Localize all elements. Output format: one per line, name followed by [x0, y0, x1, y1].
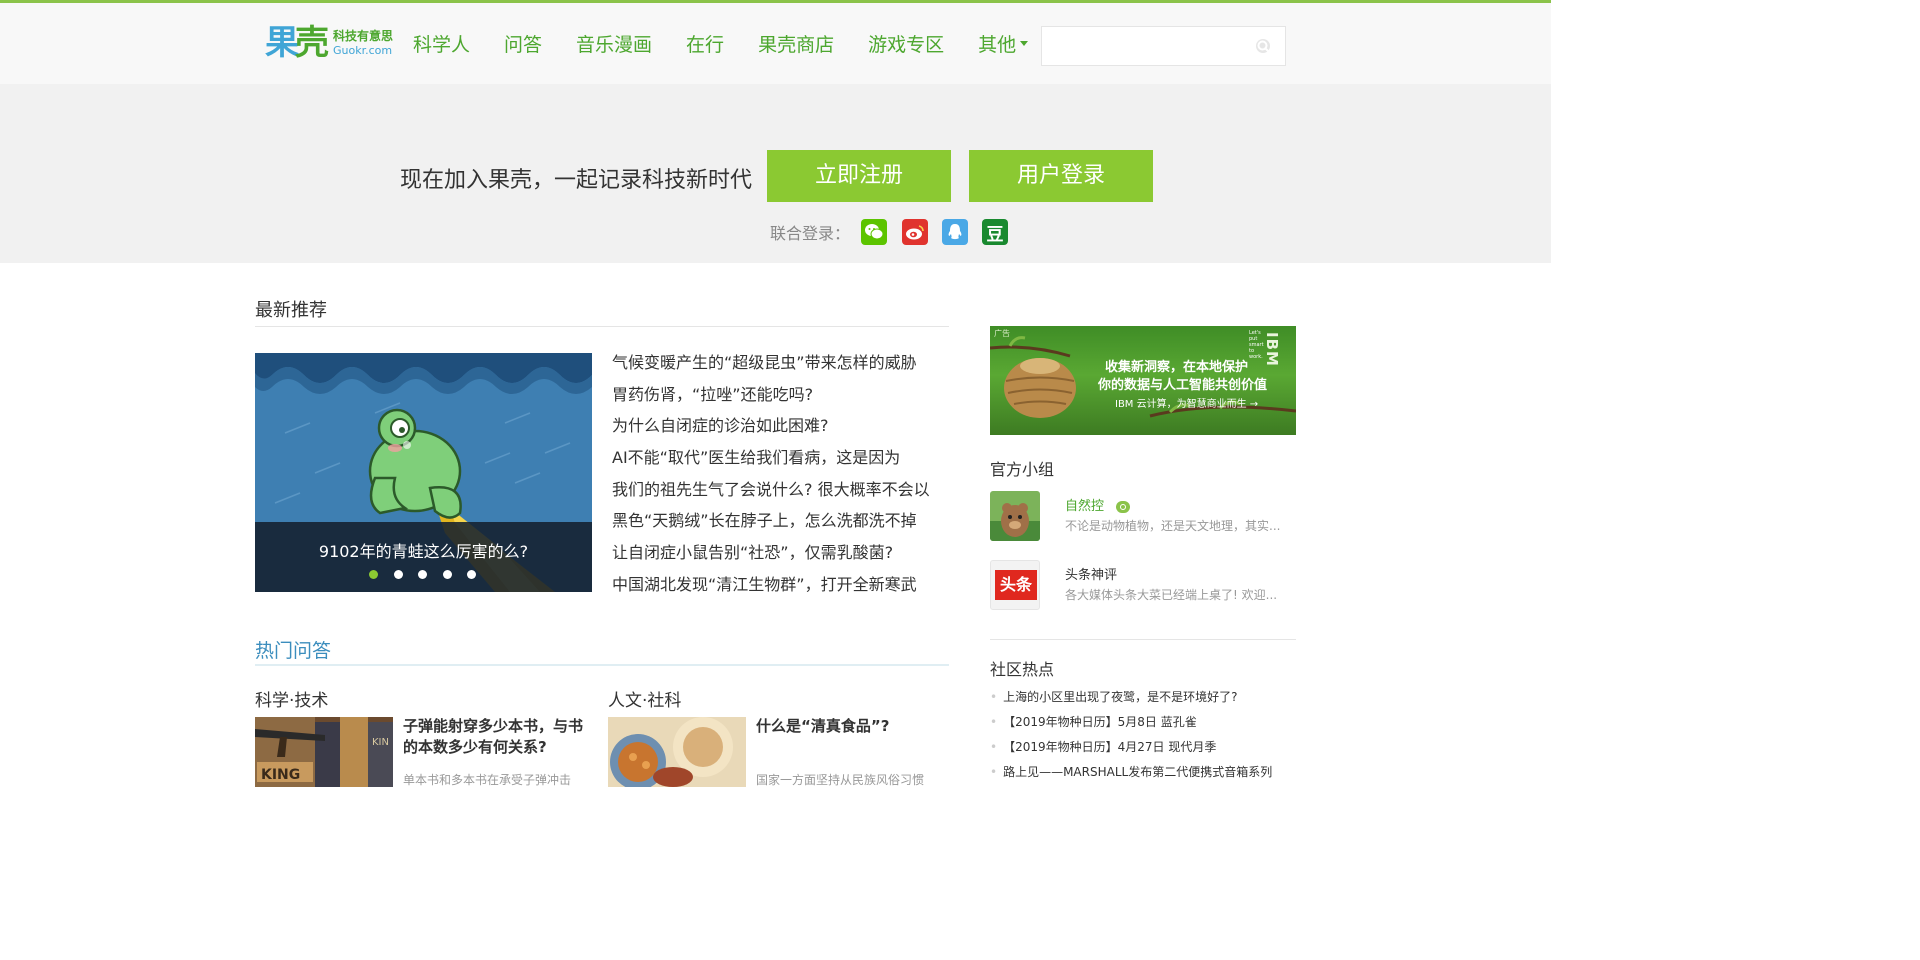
douban-icon[interactable]: 豆 [982, 219, 1008, 245]
latest-news-list: 气候变暖产生的“超级昆虫”带来怎样的威胁 胃药伤肾，“拉唑”还能吃吗? 为什么自… [612, 347, 948, 601]
latest-divider [255, 326, 949, 327]
slider-dot[interactable] [369, 570, 378, 579]
nav-item-scientist[interactable]: 科学人 [413, 30, 470, 57]
hot-item[interactable]: • 路上见——MARSHALL发布第二代便携式音箱系列 [990, 760, 1296, 785]
hot-item[interactable]: • 【2019年物种日历】4月27日 现代月季 [990, 735, 1296, 760]
weibo-icon[interactable] [902, 219, 928, 245]
news-item[interactable]: 让自闭症小鼠告别“社恐”，仅需乳酸菌? [612, 537, 948, 569]
hot-qa-title[interactable]: 热门问答 [255, 636, 331, 663]
register-button[interactable]: 立即注册 [767, 150, 951, 202]
qa-category-science[interactable]: 科学·技术 [255, 686, 328, 711]
social-login-label: 联合登录： [770, 224, 851, 243]
login-button[interactable]: 用户登录 [969, 150, 1153, 202]
ad-headline-1: 收集新洞察，在本地保护 [1105, 360, 1249, 375]
ad-headline-2: 你的数据与人工智能共创价值 [1098, 378, 1268, 393]
nav-item-games[interactable]: 游戏专区 [868, 30, 944, 57]
slider-caption[interactable]: 9102年的青蛙这么厉害的么? [255, 538, 592, 562]
group-item: 头条 头条神评 各大媒体头条大菜已经端上桌了! 欢迎... [990, 560, 1296, 610]
bullet-icon: • [990, 740, 998, 754]
news-item[interactable]: 气候变暖产生的“超级昆虫”带来怎样的威胁 [612, 347, 948, 379]
toutiao-logo-text: 头条 [999, 575, 1032, 594]
hot-item-label: 上海的小区里出现了夜鹭，是不是环境好了? [1003, 690, 1238, 704]
hot-item-label: 【2019年物种日历】5月8日 蓝孔雀 [1003, 715, 1197, 729]
group-description: 各大媒体头条大菜已经端上桌了! 欢迎... [1065, 588, 1278, 602]
search-input[interactable] [1042, 27, 1252, 65]
news-item[interactable]: AI不能“取代”医生给我们看病，这是因为 [612, 442, 948, 474]
ad-subline: IBM 云计算，为智慧商业而生 → [1115, 399, 1259, 410]
qa-description: 单本书和多本书在承受子弹冲击 [403, 773, 572, 787]
site-header: 果壳 科技有意思 Guokr.com 科学人 问答 音乐漫画 在行 果壳商店 游… [0, 3, 1551, 84]
hot-item-label: 路上见——MARSHALL发布第二代便携式音箱系列 [1003, 765, 1273, 779]
news-item[interactable]: 黑色“天鹅绒”长在脖子上，怎么洗都洗不掉 [612, 505, 948, 537]
group-name-label: 自然控 [1065, 499, 1105, 514]
toutiao-logo: 头条 [995, 570, 1037, 600]
svg-text:KING: KING [261, 767, 300, 783]
community-hot-title: 社区热点 [990, 660, 1055, 679]
qa-thumbnail-food[interactable] [608, 717, 746, 787]
bullet-icon: • [990, 715, 998, 729]
slider-dot[interactable] [442, 570, 452, 579]
slider-dot[interactable] [467, 570, 476, 579]
news-item[interactable]: 我们的祖先生气了会说什么? 很大概率不会以 [612, 474, 948, 506]
group-avatar[interactable] [990, 491, 1040, 541]
search-box [1041, 26, 1286, 66]
main-nav: 科学人 问答 音乐漫画 在行 果壳商店 游戏专区 其他 [413, 30, 1062, 57]
slider-caption-bar: 9102年的青蛙这么厉害的么? [255, 522, 592, 592]
news-item[interactable]: 为什么自闭症的诊治如此困难? [612, 410, 948, 442]
hot-item[interactable]: • 【2019年物种日历】5月8日 蓝孔雀 [990, 710, 1296, 735]
featured-slider[interactable]: 9102年的青蛙这么厉害的么? [255, 353, 592, 592]
logo-tagline: 科技有意思 [333, 29, 394, 44]
qa-category-humanities[interactable]: 人文·社科 [608, 686, 681, 711]
nav-item-shop[interactable]: 果壳商店 [758, 30, 834, 57]
ibm-logo: IBM [1263, 332, 1281, 367]
logo-domain: Guokr.com [333, 43, 393, 57]
guokr-logo[interactable]: 果壳 科技有意思 Guokr.com [265, 23, 393, 63]
nav-item-music-comics[interactable]: 音乐漫画 [576, 30, 652, 57]
nav-item-other-label: 其他 [978, 34, 1017, 56]
nav-item-qa[interactable]: 问答 [504, 30, 542, 57]
sidebar-divider [990, 639, 1296, 640]
news-item[interactable]: 胃药伤肾，“拉唑”还能吃吗? [612, 379, 948, 411]
ad-tag: 广告 [994, 329, 1010, 338]
hot-item[interactable]: • 上海的小区里出现了夜鹭，是不是环境好了? [990, 685, 1296, 710]
qq-icon[interactable] [942, 219, 968, 245]
group-avatar[interactable]: 头条 [990, 560, 1040, 610]
qa-thumbnail-books[interactable]: KING KIN [255, 717, 393, 787]
hot-qa-divider [255, 664, 949, 666]
qa-description: 国家一方面坚持从民族风俗习惯 [756, 773, 925, 787]
qa-question-link[interactable]: 子弹能射穿多少本书，与书的本数多少有何关系? [403, 716, 583, 758]
search-icon[interactable] [1255, 38, 1273, 56]
latest-section-title: 最新推荐 [255, 300, 327, 321]
logo-char-2: 壳 [295, 23, 329, 63]
slider-dot[interactable] [393, 570, 403, 579]
slider-dots [369, 570, 492, 579]
news-item[interactable]: 中国湖北发现“清江生物群”，打开全新寒武 [612, 569, 948, 601]
group-name[interactable]: 自然控 [1065, 495, 1131, 514]
svg-text:KIN: KIN [372, 737, 389, 748]
logo-wordmark: 果壳 [265, 23, 329, 63]
bullet-icon: • [990, 690, 998, 704]
slider-dot[interactable] [418, 570, 427, 579]
wechat-icon[interactable] [861, 219, 887, 245]
nav-item-other[interactable]: 其他 [978, 30, 1029, 57]
group-name[interactable]: 头条神评 [1065, 564, 1117, 583]
hot-item-label: 【2019年物种日历】4月27日 现代月季 [1003, 740, 1217, 754]
community-hot-list: • 上海的小区里出现了夜鹭，是不是环境好了? • 【2019年物种日历】5月8日 蓝… [990, 685, 1296, 785]
logo-char-1: 果 [265, 23, 299, 63]
nav-item-zaihang[interactable]: 在行 [686, 30, 724, 57]
caret-down-icon [1020, 41, 1029, 46]
verified-badge-icon [1116, 500, 1131, 513]
official-groups-title: 官方小组 [990, 460, 1055, 479]
ibm-ad-banner[interactable]: 广告 收集新洞察，在本地保护 你的数据与人工智能共创价值 IBM 云计算，为智慧… [990, 326, 1296, 435]
bullet-icon: • [990, 765, 998, 779]
qa-question-link[interactable]: 什么是“清真食品”? [756, 716, 936, 737]
join-slogan: 现在加入果壳，一起记录科技新时代 [400, 168, 753, 193]
group-description: 不论是动物植物，还是天文地理，其实... [1065, 519, 1281, 533]
group-item: 自然控 不论是动物植物，还是天文地理，其实... [990, 491, 1296, 541]
douban-glyph: 豆 [986, 224, 1004, 245]
